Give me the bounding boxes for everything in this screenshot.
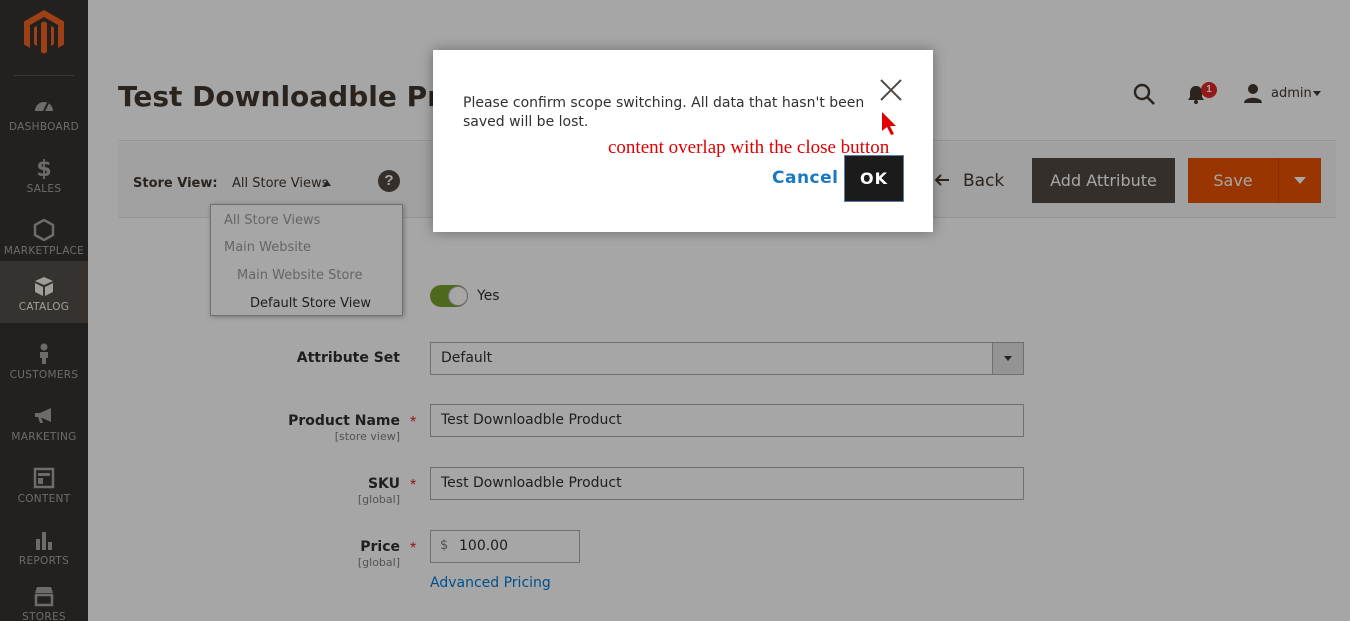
ok-button[interactable]: OK [844,155,904,202]
cancel-button[interactable]: Cancel [772,168,838,188]
modal-message: Please confirm scope switching. All data… [463,95,865,130]
cursor-pointer-icon [882,112,896,135]
close-icon[interactable] [880,79,902,101]
scope-switch-confirm-modal: Please confirm scope switching. All data… [433,50,933,232]
